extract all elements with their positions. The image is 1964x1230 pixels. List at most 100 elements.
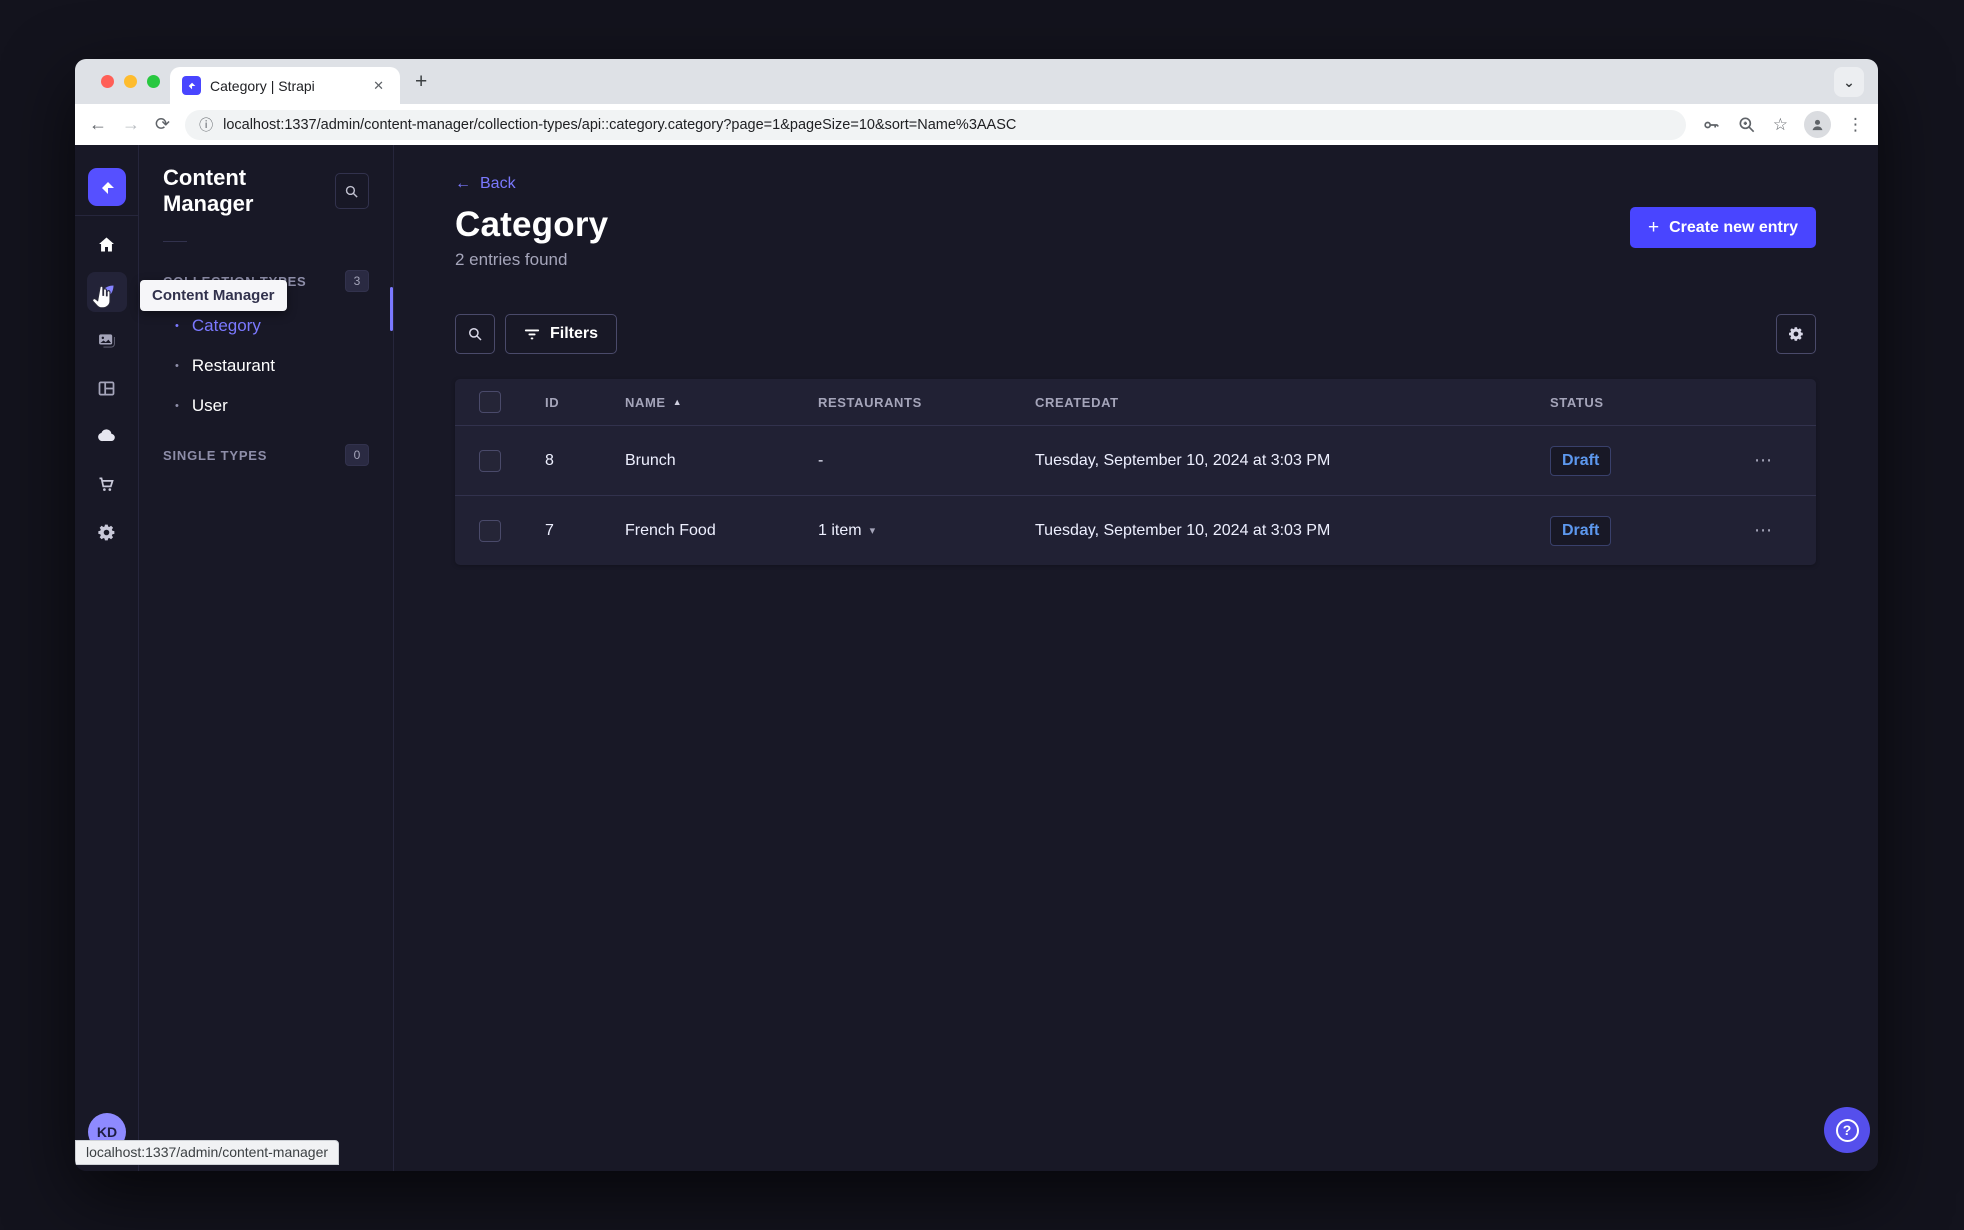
cell-createdat: Tuesday, September 10, 2024 at 3:03 PM [1035, 521, 1331, 539]
back-arrow-icon: ← [455, 175, 471, 192]
panel-divider [163, 241, 187, 242]
browser-window: Category | Strapi ✕ + ⌄ ← → ⟳ ⓘ localhos… [75, 59, 1878, 1171]
entries-table: ID NAME ▲ RESTAURANTS CREATEDAT STATUS 8 … [455, 379, 1816, 565]
sort-asc-icon: ▲ [672, 397, 683, 407]
home-nav-icon[interactable] [87, 224, 127, 264]
site-info-icon[interactable]: ⓘ [199, 115, 213, 135]
help-button[interactable]: ? [1824, 1107, 1870, 1153]
single-types-count-badge: 0 [345, 444, 369, 466]
single-types-section: SINGLE TYPES 0 [163, 444, 369, 466]
cell-createdat: Tuesday, September 10, 2024 at 3:03 PM [1035, 451, 1331, 469]
column-header-createdat[interactable]: CREATEDAT [1035, 395, 1550, 410]
back-label: Back [480, 175, 516, 192]
link-status-bar: localhost:1337/admin/content-manager [75, 1140, 340, 1165]
cell-id: 8 [545, 451, 554, 469]
browser-menu-icon[interactable]: ⋮ [1847, 115, 1864, 135]
status-badge: Draft [1550, 515, 1612, 546]
sidebar-item-label: Restaurant [191, 356, 276, 375]
row-checkbox[interactable] [479, 449, 501, 472]
sidebar-item-user[interactable]: • User [163, 386, 369, 426]
page-title: Category [455, 205, 609, 244]
sidebar-item-category[interactable]: • Category [163, 306, 369, 346]
single-types-label: SINGLE TYPES [163, 447, 268, 463]
table-row[interactable]: 8 Brunch - Tuesday, September 10, 2024 a… [455, 425, 1816, 495]
browser-toolbar: ← → ⟳ ⓘ localhost:1337/admin/content-man… [75, 104, 1878, 145]
close-tab-icon[interactable]: ✕ [369, 76, 388, 96]
entries-count: 2 entries found [455, 250, 568, 269]
tab-strip: Category | Strapi ✕ + ⌄ [75, 59, 1878, 104]
back-link[interactable]: ← Back [455, 175, 516, 193]
status-badge: Draft [1550, 445, 1612, 476]
profile-avatar-icon[interactable] [1804, 111, 1831, 138]
new-tab-button[interactable]: + [415, 70, 427, 94]
bullet-icon: • [175, 399, 179, 412]
filters-button[interactable]: Filters [505, 314, 618, 354]
question-icon: ? [1835, 1118, 1859, 1142]
table-search-button[interactable] [455, 314, 495, 354]
create-new-entry-button[interactable]: + Create new entry [1629, 207, 1816, 248]
media-library-nav-icon[interactable] [87, 320, 127, 360]
collection-type-list: • Category • Restaurant • User [163, 306, 369, 426]
url-text: localhost:1337/admin/content-manager/col… [223, 116, 1017, 133]
sidebar-item-restaurant[interactable]: • Restaurant [163, 346, 369, 386]
row-actions-menu[interactable]: ⋯ [1750, 520, 1816, 541]
cell-id: 7 [545, 521, 554, 539]
column-header-id[interactable]: ID [545, 395, 625, 410]
close-window-button[interactable] [101, 75, 114, 88]
content-type-builder-nav-icon[interactable] [87, 368, 127, 408]
table-header-row: ID NAME ▲ RESTAURANTS CREATEDAT STATUS [455, 379, 1816, 425]
zoom-in-icon[interactable] [1737, 115, 1757, 135]
strapi-favicon-icon [182, 76, 201, 95]
maximize-window-button[interactable] [147, 75, 160, 88]
bullet-icon: • [175, 319, 179, 332]
traffic-lights [101, 75, 160, 88]
view-settings-button[interactable] [1776, 314, 1816, 354]
cell-restaurants: - [818, 451, 824, 469]
strapi-logo-icon[interactable] [87, 168, 126, 206]
panel-title: Content Manager [163, 165, 254, 216]
collection-types-count-badge: 3 [345, 270, 369, 292]
sidebar-item-label: Category [191, 316, 261, 335]
table-row[interactable]: 7 French Food 1 item ▾ Tuesday, Septembe… [455, 495, 1816, 565]
bullet-icon: • [175, 359, 179, 372]
app-content: KD Content Manager COLLECTION TYPES 3 • … [75, 145, 1878, 1171]
url-bar[interactable]: ⓘ localhost:1337/admin/content-manager/c… [185, 109, 1686, 140]
create-new-entry-label: Create new entry [1669, 218, 1798, 236]
settings-gear-nav-icon[interactable] [87, 512, 127, 552]
column-header-name[interactable]: NAME ▲ [625, 395, 818, 410]
search-icon [469, 328, 482, 341]
minimize-window-button[interactable] [124, 75, 137, 88]
select-all-checkbox[interactable] [479, 391, 501, 413]
cloud-nav-icon[interactable] [87, 416, 127, 456]
bookmark-star-icon[interactable]: ☆ [1773, 115, 1788, 135]
filters-label: Filters [550, 325, 599, 342]
row-actions-menu[interactable]: ⋯ [1750, 450, 1816, 471]
panel-search-button[interactable] [334, 173, 369, 209]
mouse-cursor [91, 285, 115, 316]
cell-restaurants-expand[interactable]: 1 item ▾ [818, 522, 1035, 540]
filter-icon [524, 329, 540, 340]
content-manager-tooltip: Content Manager [140, 280, 287, 311]
column-header-restaurants[interactable]: RESTAURANTS [818, 395, 1035, 410]
gear-icon [1789, 327, 1803, 341]
marketplace-cart-nav-icon[interactable] [87, 464, 127, 504]
main-area: ← Back Category 2 entries found + Create… [394, 145, 1878, 1171]
sidebar-item-label: User [191, 396, 228, 415]
filter-row: Filters [455, 314, 1816, 354]
password-key-icon[interactable] [1701, 115, 1721, 135]
browser-tab[interactable]: Category | Strapi ✕ [170, 67, 400, 104]
row-checkbox[interactable] [479, 519, 501, 542]
column-header-status[interactable]: STATUS [1550, 395, 1750, 410]
tab-search-chevron-icon[interactable]: ⌄ [1834, 67, 1864, 97]
forward-nav-icon[interactable]: → [122, 114, 140, 135]
reload-icon[interactable]: ⟳ [155, 114, 170, 135]
rail-divider [75, 215, 139, 216]
search-icon [346, 185, 358, 198]
cell-name: Brunch [625, 451, 676, 469]
back-nav-icon[interactable]: ← [89, 114, 107, 135]
caret-down-icon: ▾ [869, 525, 876, 537]
toolbar-actions: ☆ ⋮ [1701, 111, 1864, 138]
tab-title: Category | Strapi [210, 77, 315, 94]
cell-name: French Food [625, 521, 716, 539]
active-item-indicator [390, 287, 393, 331]
